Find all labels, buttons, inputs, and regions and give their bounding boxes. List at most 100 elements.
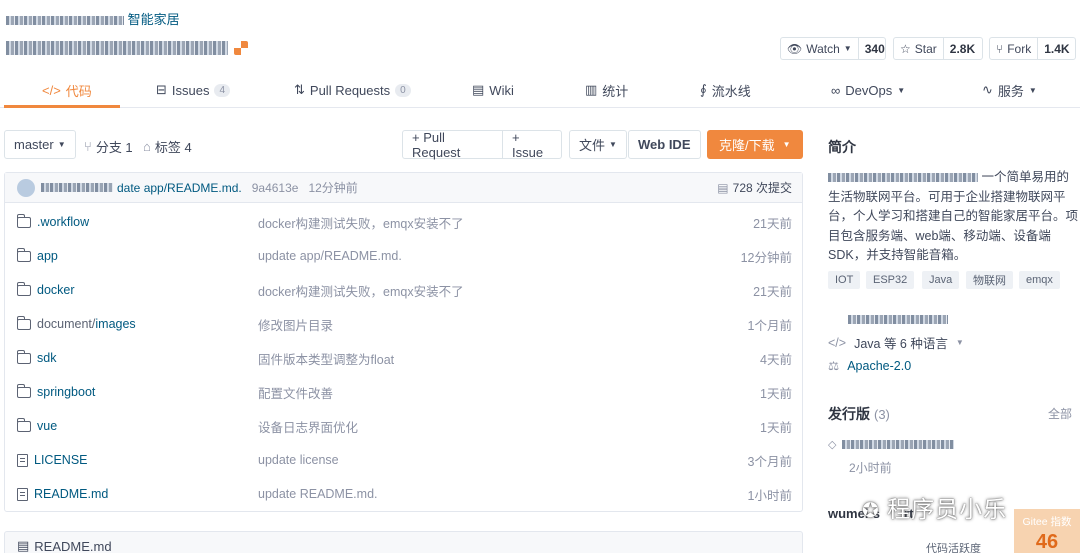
file-row[interactable]: sdk 固件版本类型调整为float 4天前	[5, 341, 802, 375]
gvp-badge-icon	[234, 41, 248, 55]
gitee-index-label: Gitee 指数	[1022, 516, 1072, 528]
tab-code[interactable]: </> 代码	[42, 72, 92, 108]
history-icon: ▤	[717, 180, 729, 195]
folder-icon	[16, 247, 31, 262]
file-row[interactable]: .workflow docker构建测试失败，emqx安装不了 21天前	[5, 205, 802, 239]
repo-name-blurred[interactable]	[6, 41, 228, 55]
activity-label: 代码活跃度	[926, 543, 981, 553]
chevron-down-icon: ▼	[955, 338, 964, 347]
intro-blurred-name	[828, 173, 978, 183]
topic-tag[interactable]: emqx	[1019, 271, 1060, 289]
branch-select[interactable]: master ▼	[4, 130, 76, 159]
file-row[interactable]: app update app/README.md. 12分钟前	[5, 239, 802, 273]
pull-request-icon: ⇅	[294, 82, 305, 97]
folder-icon	[16, 417, 31, 432]
tags-link[interactable]: ⌂ 标签 4	[143, 137, 192, 156]
breadcrumb: 智能家居	[6, 9, 180, 28]
chevron-down-icon: ▼	[1028, 85, 1037, 95]
issues-icon: ⊟	[156, 82, 167, 97]
devops-icon: ∞	[831, 82, 841, 98]
chevron-down-icon: ▼	[609, 140, 617, 149]
file-icon	[17, 453, 28, 467]
file-row[interactable]: docker docker构建测试失败，emqx安装不了 21天前	[5, 273, 802, 307]
gitee-index-badge[interactable]: Gitee 指数 46	[1014, 509, 1080, 553]
star-icon: ☆	[900, 41, 911, 56]
releases-heading: 发行版 (3)	[828, 406, 890, 422]
license-info[interactable]: ⚖ Apache-2.0	[828, 358, 911, 374]
commit-time: 12分钟前	[308, 181, 358, 195]
book-icon: ▤	[17, 538, 30, 553]
fork-count[interactable]: 1.4K	[1038, 38, 1075, 59]
star-count[interactable]: 2.8K	[944, 38, 981, 59]
commit-message[interactable]: date app/README.md.	[117, 181, 242, 195]
watch-count[interactable]: 340	[859, 38, 891, 59]
watermark: ✪ 程序员小乐	[862, 496, 1008, 522]
topic-tag[interactable]: Java	[922, 271, 960, 289]
chart-icon: ▥	[585, 82, 598, 97]
chevron-down-icon: ▼	[843, 44, 852, 53]
file-row[interactable]: springboot 配置文件改善 1天前	[5, 375, 802, 409]
file-row[interactable]: vue 设备日志界面优化 1天前	[5, 409, 802, 443]
repo-title	[6, 38, 248, 58]
topic-tag[interactable]: 物联网	[966, 271, 1013, 289]
breadcrumb-blurred-owner[interactable]	[6, 16, 124, 26]
file-row[interactable]: LICENSE update license 3个月前	[5, 443, 802, 477]
wechat-icon: ✪	[862, 500, 880, 522]
topic-tag[interactable]: ESP32	[866, 271, 915, 289]
code-icon: </>	[42, 82, 61, 98]
commit-hash[interactable]: 9a4613e	[252, 181, 299, 195]
file-list: date app/README.md. 9a4613e 12分钟前 ▤ 728 …	[4, 172, 803, 512]
folder-icon	[16, 281, 31, 296]
tab-issues[interactable]: ⊟ Issues 4	[156, 72, 231, 108]
file-row[interactable]: document/images 修改图片目录 1个月前	[5, 307, 802, 341]
fork-button[interactable]: ⑂ Fork 1.4K	[989, 37, 1076, 60]
commit-count-link[interactable]: ▤ 728 次提交	[717, 179, 792, 196]
readme-header: ▤ README.md	[4, 531, 803, 553]
chevron-down-icon: ▼	[782, 140, 791, 149]
chevron-down-icon: ▼	[897, 85, 906, 95]
latest-commit-row: date app/README.md. 9a4613e 12分钟前 ▤ 728 …	[5, 173, 802, 203]
code-icon: </>	[828, 335, 847, 350]
avatar[interactable]	[17, 178, 35, 197]
file-row[interactable]: README.md update README.md. 1小时前	[5, 477, 802, 511]
tab-stats[interactable]: ▥ 统计	[585, 72, 628, 108]
intro-text: 一个简单易用的生活物联网平台。可用于企业搭建物联网平台，个人学习和搭建自己的智能…	[828, 170, 1079, 262]
tab-wiki[interactable]: ▤ Wiki	[472, 72, 514, 108]
watch-button[interactable]: 👁 Watch ▼ 340	[780, 37, 886, 60]
tab-services[interactable]: ∿ 服务 ▼	[982, 72, 1037, 108]
clone-download-button[interactable]: 克隆/下载 ▼	[707, 130, 803, 159]
homepage-link[interactable]	[848, 311, 948, 326]
new-pull-request-button[interactable]: + Pull Request	[402, 130, 503, 160]
topic-tag[interactable]: IOT	[828, 271, 861, 289]
folder-icon	[16, 213, 31, 228]
eye-icon: 👁	[787, 41, 803, 56]
tab-devops[interactable]: ∞ DevOps ▼	[831, 72, 905, 108]
tag-icon: ⌂	[143, 139, 151, 154]
gitee-index-value: 46	[1035, 531, 1059, 553]
releases-all-link[interactable]: 全部	[1048, 405, 1072, 422]
tab-pull-requests[interactable]: ⇅ Pull Requests 0	[294, 72, 411, 108]
breadcrumb-category[interactable]: 智能家居	[128, 12, 180, 27]
active-tab-indicator	[4, 105, 120, 108]
branch-icon: ⑂	[84, 139, 92, 154]
release-item[interactable]: ◇	[828, 438, 955, 451]
folder-icon	[16, 383, 31, 398]
scale-icon: ⚖	[828, 359, 840, 373]
service-icon: ∿	[982, 82, 993, 97]
branches-link[interactable]: ⑂ 分支 1	[84, 137, 133, 156]
new-issue-button[interactable]: + Issue	[502, 130, 562, 160]
file-menu-button[interactable]: 文件 ▼	[569, 130, 627, 159]
repo-tabs: </> 代码 ⊟ Issues 4 ⇅ Pull Requests 0 ▤ Wi…	[0, 72, 1080, 108]
chevron-down-icon: ▼	[57, 140, 66, 149]
homepage-blurred	[848, 315, 948, 325]
pull-requests-count: 0	[395, 83, 411, 97]
fork-icon: ⑂	[996, 41, 1004, 56]
issues-count: 4	[214, 83, 231, 97]
language-info[interactable]: </> Java 等 6 种语言 ▼	[828, 333, 964, 352]
release-name-blurred	[842, 440, 955, 449]
web-ide-button[interactable]: Web IDE	[628, 130, 701, 159]
commit-author-blurred[interactable]	[41, 183, 113, 192]
star-button[interactable]: ☆ Star 2.8K	[893, 37, 983, 60]
folder-icon	[16, 315, 31, 330]
tab-pipeline[interactable]: ∮ 流水线	[700, 72, 751, 108]
